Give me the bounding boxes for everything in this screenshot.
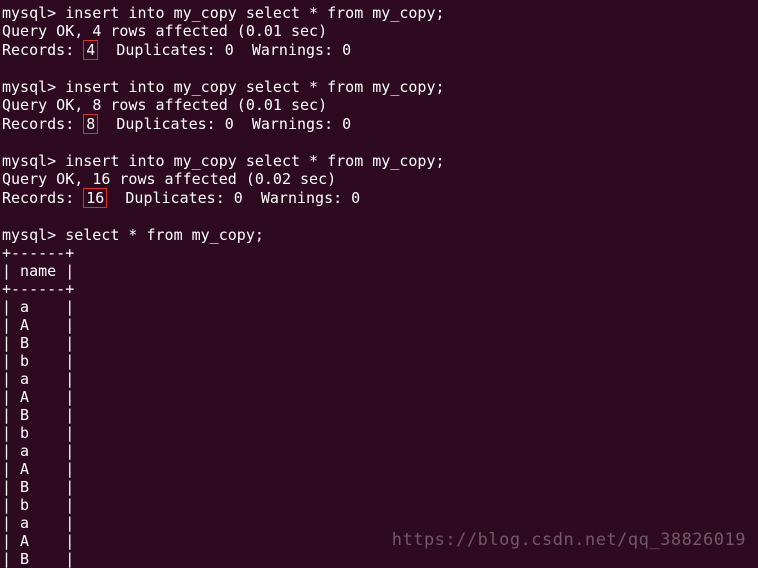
table-row: | A | <box>2 388 756 406</box>
records-line: Records: 16 Duplicates: 0 Warnings: 0 <box>2 188 756 208</box>
table-row: | B | <box>2 406 756 424</box>
sql-query: insert into my_copy select * from my_cop… <box>65 4 444 22</box>
watermark-text: https://blog.csdn.net/qq_38826019 <box>392 531 746 549</box>
query-line: mysql> insert into my_copy select * from… <box>2 4 756 22</box>
table-row: | a | <box>2 298 756 316</box>
blank-line <box>2 134 756 152</box>
query-line: mysql> select * from my_copy; <box>2 226 756 244</box>
blank-line <box>2 60 756 78</box>
table-row: | B | <box>2 334 756 352</box>
table-row: | b | <box>2 424 756 442</box>
result-line: Query OK, 4 rows affected (0.01 sec) <box>2 22 756 40</box>
mysql-prompt: mysql> <box>2 78 65 96</box>
table-row: | B | <box>2 478 756 496</box>
result-line: Query OK, 8 rows affected (0.01 sec) <box>2 96 756 114</box>
sql-query: select * from my_copy; <box>65 226 264 244</box>
mysql-prompt: mysql> <box>2 4 65 22</box>
sql-query: insert into my_copy select * from my_cop… <box>65 152 444 170</box>
table-row: | b | <box>2 352 756 370</box>
table-border: +------+ <box>2 280 756 298</box>
table-row: | a | <box>2 370 756 388</box>
table-row: | B | <box>2 550 756 568</box>
highlight-records: 8 <box>83 114 98 134</box>
mysql-prompt: mysql> <box>2 152 65 170</box>
result-line: Query OK, 16 rows affected (0.02 sec) <box>2 170 756 188</box>
table-row: | A | <box>2 316 756 334</box>
table-row: | b | <box>2 496 756 514</box>
blank-line <box>2 208 756 226</box>
table-border: +------+ <box>2 244 756 262</box>
mysql-prompt: mysql> <box>2 226 65 244</box>
table-row: | A | <box>2 460 756 478</box>
records-line: Records: 4 Duplicates: 0 Warnings: 0 <box>2 40 756 60</box>
table-header: | name | <box>2 262 756 280</box>
highlight-records: 4 <box>83 40 98 60</box>
sql-query: insert into my_copy select * from my_cop… <box>65 78 444 96</box>
query-line: mysql> insert into my_copy select * from… <box>2 78 756 96</box>
query-line: mysql> insert into my_copy select * from… <box>2 152 756 170</box>
records-line: Records: 8 Duplicates: 0 Warnings: 0 <box>2 114 756 134</box>
highlight-records: 16 <box>83 188 107 208</box>
terminal-output: mysql> insert into my_copy select * from… <box>2 4 756 568</box>
table-row: | a | <box>2 442 756 460</box>
